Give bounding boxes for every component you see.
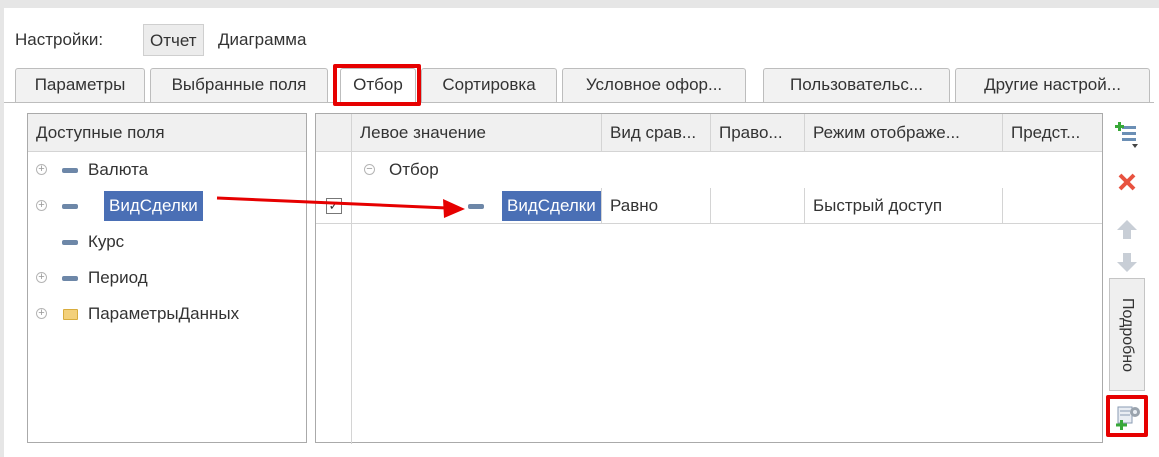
filter-group-row[interactable]: − Отбор: [352, 152, 1102, 188]
display-mode-cell[interactable]: Быстрый доступ: [805, 188, 1003, 224]
left-value-text: ВидСделки: [502, 191, 601, 221]
expand-icon[interactable]: +: [36, 164, 47, 175]
tab-parameters[interactable]: Параметры: [15, 68, 145, 102]
field-icon: [62, 276, 78, 281]
collapse-icon[interactable]: −: [364, 164, 375, 175]
available-fields-header: Доступные поля: [28, 114, 306, 152]
field-label: Валюта: [88, 160, 149, 179]
expand-icon[interactable]: +: [36, 272, 47, 283]
move-up-button[interactable]: [1109, 212, 1145, 248]
field-item-kurs[interactable]: Курс: [28, 224, 306, 260]
column-header-left-value[interactable]: Левое значение: [352, 114, 602, 152]
add-condition-icon: [1115, 122, 1138, 148]
filter-table-panel: Левое значение Вид срав... Право... Режи…: [315, 113, 1103, 444]
expand-icon[interactable]: +: [36, 308, 47, 319]
folder-icon: [63, 309, 78, 320]
field-item-period[interactable]: + Период: [28, 260, 306, 296]
column-header-check: [316, 114, 352, 152]
comparison-cell[interactable]: Равно: [602, 188, 711, 224]
available-fields-panel: Доступные поля + Валюта + ВидСделки Курс…: [27, 113, 307, 443]
drag-arrow-annotation: [216, 196, 465, 218]
details-toggle-button[interactable]: Подробно: [1109, 278, 1145, 391]
tab-selected-fields[interactable]: Выбранные поля: [150, 68, 328, 102]
field-label-selected: ВидСделки: [104, 191, 203, 221]
column-header-right-value[interactable]: Право...: [711, 114, 805, 152]
field-item-valuta[interactable]: + Валюта: [28, 152, 306, 188]
move-down-icon: [1117, 253, 1137, 272]
right-value-cell[interactable]: [711, 188, 805, 224]
tab-user-fields[interactable]: Пользовательс...: [763, 68, 950, 102]
settings-button-highlight: [1106, 395, 1148, 437]
column-header-representation[interactable]: Предст...: [1003, 114, 1102, 152]
tab-strip-line: [4, 102, 1154, 103]
field-item-data-params[interactable]: + ПараметрыДанных: [28, 296, 306, 332]
delete-button[interactable]: [1109, 164, 1145, 200]
tab-other-settings[interactable]: Другие настрой...: [955, 68, 1150, 102]
details-label: Подробно: [1119, 297, 1136, 372]
column-header-comparison[interactable]: Вид срав...: [602, 114, 711, 152]
column-header-display-mode[interactable]: Режим отображе...: [805, 114, 1003, 152]
add-condition-button[interactable]: [1109, 117, 1145, 153]
field-icon: [468, 204, 484, 209]
window-top-border: [0, 0, 1159, 8]
report-settings-button[interactable]: Отчет: [143, 24, 204, 56]
diagram-settings-button[interactable]: Диаграмма: [212, 24, 312, 56]
field-icon: [62, 240, 78, 245]
settings-label: Настройки:: [15, 30, 104, 49]
move-down-button[interactable]: [1109, 244, 1145, 280]
filter-table-header: Левое значение Вид срав... Право... Режи…: [316, 114, 1102, 152]
filter-tab-highlight: [333, 64, 421, 106]
field-icon: [62, 204, 78, 209]
tab-conditional-format[interactable]: Условное офор...: [562, 68, 746, 102]
field-icon: [62, 168, 78, 173]
field-label: Период: [88, 268, 148, 287]
move-up-icon: [1117, 220, 1137, 239]
representation-cell[interactable]: [1003, 188, 1102, 224]
window-left-border: [0, 0, 4, 457]
field-label: ПараметрыДанных: [88, 304, 240, 323]
expand-icon[interactable]: +: [36, 200, 47, 211]
filter-group-label: Отбор: [389, 160, 439, 179]
field-label: Курс: [88, 232, 125, 251]
tab-sorting[interactable]: Сортировка: [421, 68, 557, 102]
delete-icon: [1118, 173, 1136, 191]
